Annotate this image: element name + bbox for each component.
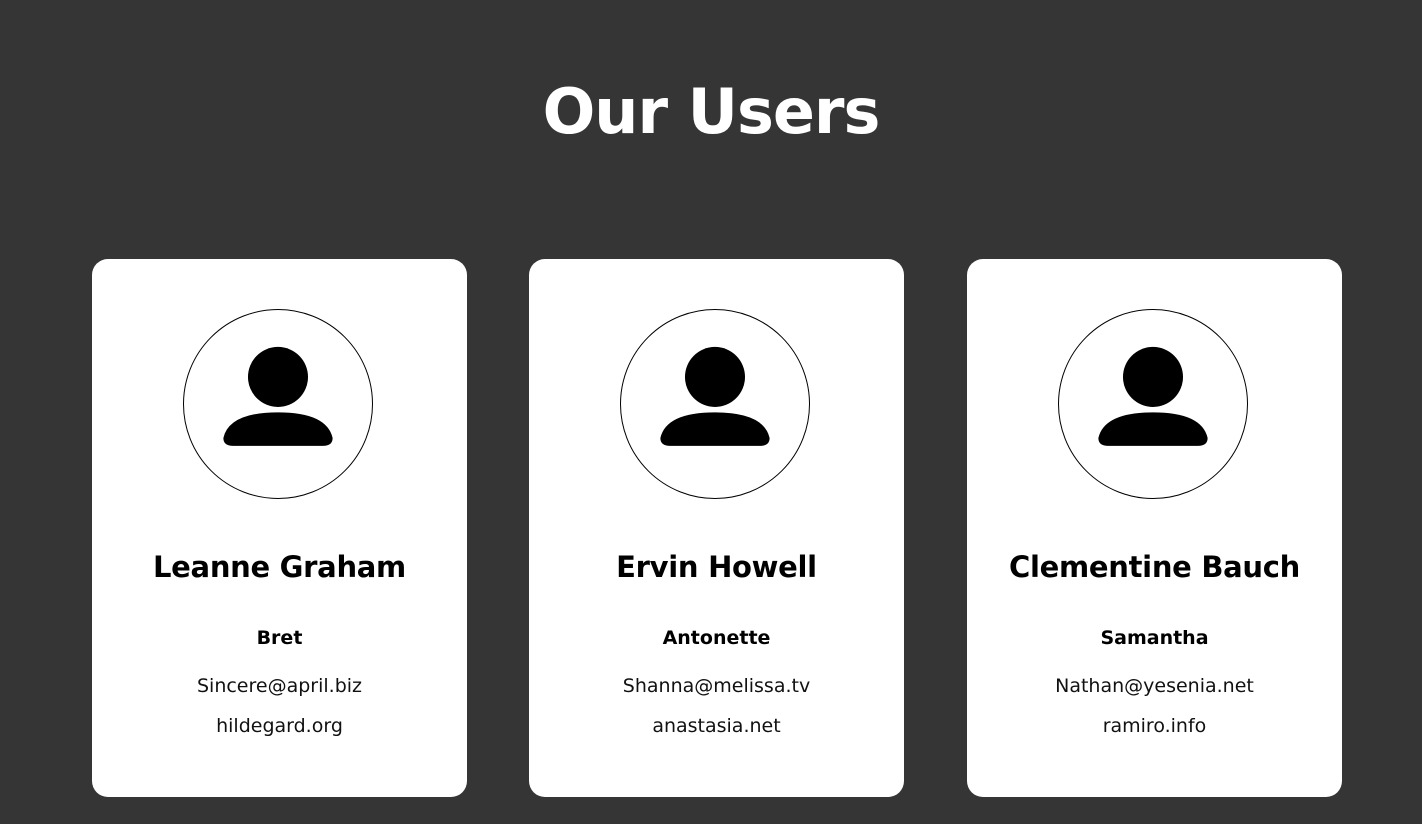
user-website: hildegard.org — [216, 715, 343, 737]
avatar — [1058, 309, 1248, 499]
user-card-grid: Leanne Graham Bret Sincere@april.biz hil… — [92, 259, 1342, 797]
user-card: Clementine Bauch Samantha Nathan@yesenia… — [967, 259, 1342, 797]
user-card: Leanne Graham Bret Sincere@april.biz hil… — [92, 259, 467, 797]
user-card: Ervin Howell Antonette Shanna@melissa.tv… — [529, 259, 904, 797]
user-name: Leanne Graham — [153, 550, 406, 584]
user-icon — [660, 346, 770, 446]
user-name: Clementine Bauch — [1009, 550, 1300, 584]
user-email: Nathan@yesenia.net — [1055, 675, 1254, 697]
user-website: anastasia.net — [652, 715, 781, 737]
user-website: ramiro.info — [1102, 715, 1207, 737]
user-icon — [1098, 346, 1208, 446]
page-title: Our Users — [542, 75, 881, 148]
user-email: Shanna@melissa.tv — [622, 675, 811, 697]
user-email: Sincere@april.biz — [196, 675, 363, 697]
user-username: Bret — [256, 627, 303, 649]
avatar — [183, 309, 373, 499]
user-name: Ervin Howell — [616, 550, 817, 584]
user-username: Antonette — [662, 627, 771, 649]
avatar — [620, 309, 810, 499]
user-icon — [223, 346, 333, 446]
user-username: Samantha — [1100, 627, 1209, 649]
users-page: Our Users Leanne Graham Bret Sincere@apr… — [0, 0, 1422, 824]
